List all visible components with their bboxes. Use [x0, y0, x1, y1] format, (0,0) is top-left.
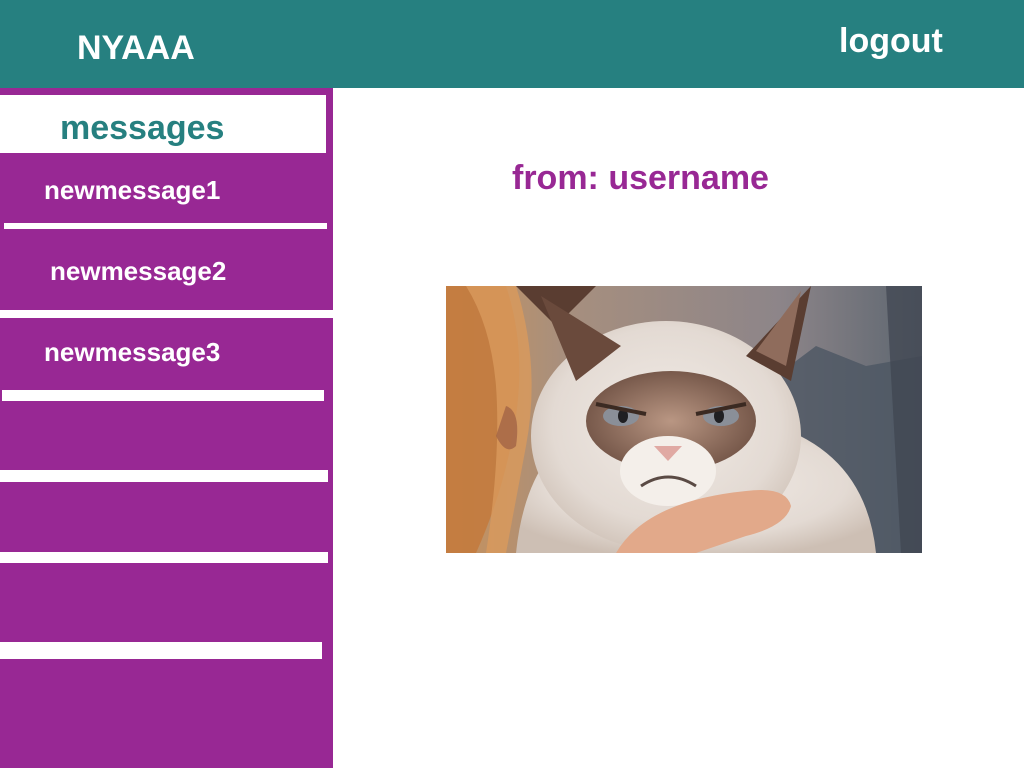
- sidebar-item-empty[interactable]: [0, 482, 333, 552]
- sidebar: messages newmessage1 newmessage2 newmess…: [0, 88, 333, 768]
- divider: [0, 552, 328, 563]
- sidebar-title: messages: [60, 109, 225, 147]
- sidebar-item-newmessage2[interactable]: newmessage2: [50, 255, 226, 287]
- divider: [0, 310, 333, 318]
- sidebar-item-newmessage1[interactable]: newmessage1: [44, 174, 220, 206]
- logout-button[interactable]: logout: [839, 21, 943, 61]
- grumpy-cat-photo: [446, 286, 922, 553]
- divider: [0, 470, 328, 482]
- divider: [4, 223, 327, 229]
- sidebar-header: messages: [0, 95, 326, 153]
- divider: [2, 390, 324, 401]
- sidebar-item-empty[interactable]: [0, 563, 333, 642]
- sidebar-item-empty[interactable]: [0, 659, 333, 768]
- top-bar: NYAAA logout: [0, 0, 1024, 88]
- message-from-line: from: username: [512, 159, 769, 197]
- sidebar-item-empty[interactable]: [0, 401, 333, 470]
- sidebar-item-newmessage3[interactable]: newmessage3: [44, 336, 220, 368]
- app-title: NYAAA: [77, 29, 195, 67]
- divider: [0, 642, 322, 659]
